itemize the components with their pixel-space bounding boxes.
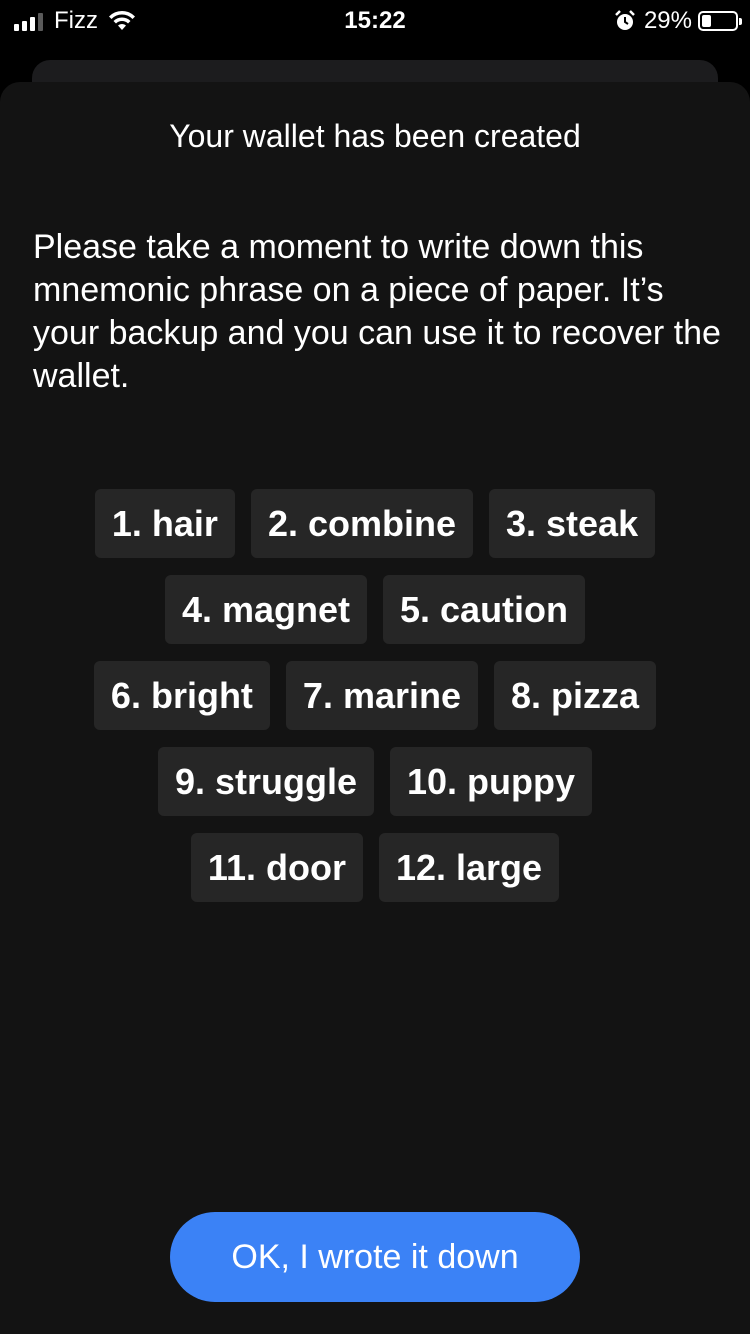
mnemonic-word: 5. caution [383, 575, 586, 644]
mnemonic-word: 1. hair [94, 489, 235, 558]
mnemonic-word: 6. bright [93, 661, 270, 730]
mnemonic-word: 12. large [378, 833, 560, 902]
mnemonic-word: 4. magnet [164, 575, 367, 644]
sheet-title: Your wallet has been created [169, 118, 581, 154]
mnemonic-word: 7. marine [285, 661, 479, 730]
mnemonic-word: 2. combine [250, 489, 473, 558]
mnemonic-word: 9. struggle [157, 747, 374, 816]
mnemonic-word: 10. puppy [390, 747, 593, 816]
word-row: 4. magnet 5. caution [0, 575, 750, 644]
alarm-icon [615, 10, 635, 30]
mnemonic-word: 8. pizza [494, 661, 657, 730]
battery-percent: 29% [643, 7, 692, 34]
word-row: 1. hair 2. combine 3. steak [0, 489, 750, 558]
status-bar: Fizz 15:22 29% [0, 0, 750, 40]
word-row: 9. struggle 10. puppy [0, 747, 750, 816]
mnemonic-word-grid: 1. hair 2. combine 3. steak 4. magnet 5.… [0, 489, 750, 919]
mnemonic-word: 3. steak [489, 489, 656, 558]
status-right: 29% [614, 7, 742, 35]
confirm-written-button[interactable]: OK, I wrote it down [170, 1212, 580, 1302]
backup-instructions: Please take a moment to write down this … [33, 228, 721, 395]
battery-icon [698, 11, 742, 31]
mnemonic-word: 11. door [190, 833, 363, 902]
battery-fill [702, 15, 711, 27]
word-row: 11. door 12. large [0, 833, 750, 902]
word-row: 6. bright 7. marine 8. pizza [0, 661, 750, 730]
